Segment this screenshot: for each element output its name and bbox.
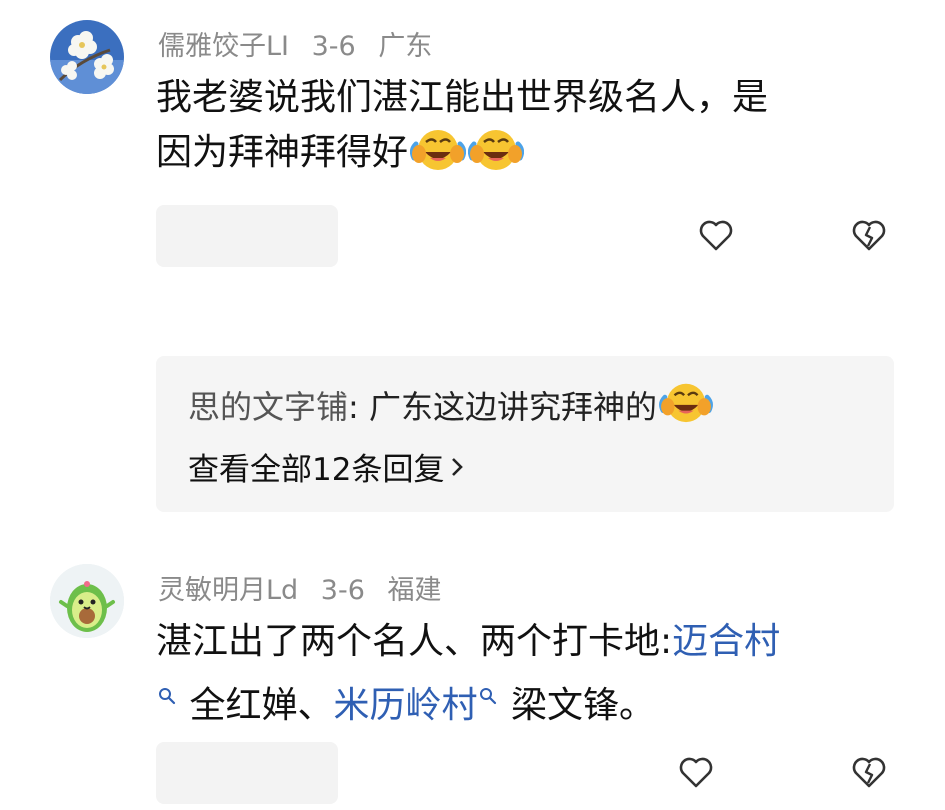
reply-author[interactable]: 思的文字铺 <box>188 388 348 426</box>
comment-meta: 儒雅饺子LI 3-6 广东 <box>158 24 446 63</box>
like-heart-icon[interactable] <box>676 752 716 792</box>
comment-text-line: 因为拜神拜得好 <box>156 132 409 173</box>
comment-text-segment: 全红婵、 <box>189 685 334 726</box>
avatar-flower[interactable] <box>50 20 124 94</box>
laughing-crying-emoji-icon <box>467 124 525 187</box>
reply-separator: : <box>348 388 369 426</box>
search-icon[interactable] <box>479 668 497 720</box>
comment-date: 3-6 <box>311 31 356 62</box>
reply-button[interactable] <box>156 742 338 804</box>
like-heart-icon[interactable] <box>696 215 736 255</box>
comment-date: 3-6 <box>320 575 365 606</box>
laughing-crying-emoji-icon <box>659 378 713 432</box>
comment-location: 广东 <box>378 31 433 62</box>
view-all-replies-link[interactable]: 查看全部12条回复 <box>188 444 464 489</box>
comment-text-line: 我老婆说我们湛江能出世界级名人，是 <box>156 77 769 118</box>
comment-meta: 灵敏明月Ld 3-6 福建 <box>158 568 455 607</box>
avatar-avocado[interactable] <box>50 564 124 638</box>
view-all-label: 查看全部12条回复 <box>188 452 445 488</box>
comment-text[interactable]: 湛江出了两个名人、两个打卡地:迈合村 全红婵、米历岭村 梁文锋。 <box>156 616 916 732</box>
dislike-broken-heart-icon[interactable] <box>849 215 889 255</box>
reply-text: 广东这边讲究拜神的 <box>368 388 657 426</box>
laughing-crying-emoji-icon <box>409 124 467 187</box>
reply-preview-panel[interactable]: 思的文字铺: 广东这边讲究拜神的 查看全部12条回复 <box>156 356 894 512</box>
comment-text[interactable]: 我老婆说我们湛江能出世界级名人，是 因为拜神拜得好 <box>156 72 896 187</box>
comment-text-segment: 梁文锋。 <box>510 685 655 726</box>
reply-button[interactable] <box>156 205 338 267</box>
comment-location: 福建 <box>387 575 442 606</box>
username[interactable]: 儒雅饺子LI <box>158 31 289 62</box>
place-link-milining[interactable]: 米历岭村 <box>333 685 477 726</box>
username[interactable]: 灵敏明月Ld <box>158 575 298 606</box>
comment-action-bar <box>156 205 891 267</box>
chevron-right-icon <box>450 450 464 486</box>
dislike-broken-heart-icon[interactable] <box>849 752 889 792</box>
comment-text-segment: 湛江出了两个名人、两个打卡地: <box>156 621 673 662</box>
search-icon[interactable] <box>158 668 176 720</box>
place-link-maihe[interactable]: 迈合村 <box>672 621 780 662</box>
comment-action-bar <box>156 742 891 804</box>
reply-preview-line: 思的文字铺: 广东这边讲究拜神的 <box>188 378 713 432</box>
